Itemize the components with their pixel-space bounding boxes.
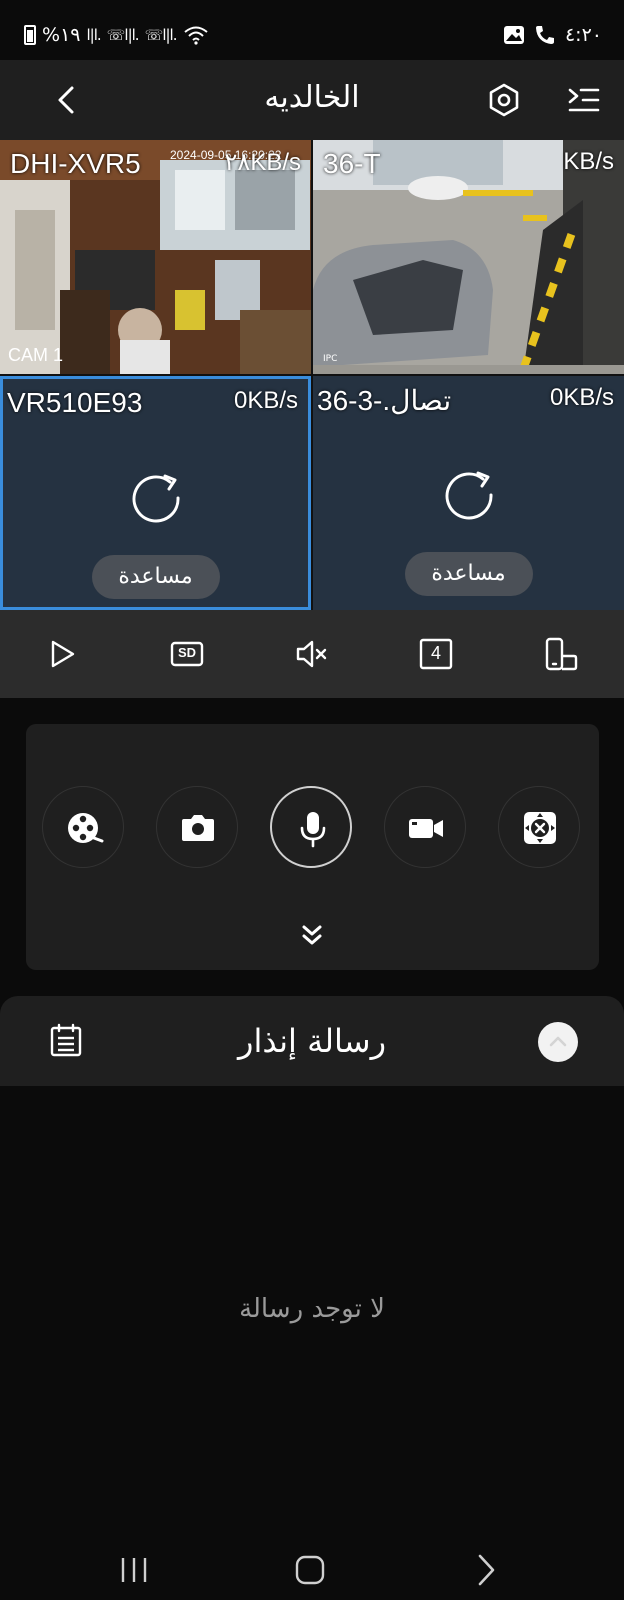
ptz-button[interactable] bbox=[498, 786, 580, 868]
alarm-list: لا توجد رسالة bbox=[0, 1086, 624, 1490]
camera-tile-2[interactable]: 36-T KB/s IPC bbox=[313, 140, 624, 374]
app-header: الخالديه bbox=[0, 60, 624, 140]
camera-name: VR510E93 bbox=[7, 387, 143, 418]
record-button[interactable] bbox=[384, 786, 466, 868]
device-rotate-icon[interactable] bbox=[543, 636, 579, 672]
page-title: الخالديه bbox=[264, 80, 360, 115]
film-reel-icon bbox=[68, 813, 104, 843]
camera-icon bbox=[182, 815, 214, 841]
battery-icon bbox=[24, 25, 36, 45]
empty-state-text: لا توجد رسالة bbox=[239, 1294, 385, 1324]
reload-icon[interactable] bbox=[127, 467, 185, 525]
status-left: %١٩ l|l. ☏l|l. ☏l|l. bbox=[24, 24, 209, 46]
camera-name: 36-3-.تصال bbox=[317, 385, 452, 416]
camera-bitrate: KB/s bbox=[563, 148, 614, 175]
alarm-title: رسالة إنذار bbox=[237, 1022, 387, 1060]
signal-icon: l|l. bbox=[86, 26, 101, 44]
alarm-header: رسالة إنذار bbox=[0, 996, 624, 1086]
battery-percent: %١٩ bbox=[42, 24, 81, 46]
action-panel bbox=[26, 724, 599, 970]
recent-apps-icon[interactable] bbox=[114, 1550, 154, 1590]
chevron-double-down-icon[interactable] bbox=[298, 922, 326, 950]
status-right: ٤:٢٠ bbox=[503, 24, 602, 46]
camera-label: CAM 1 bbox=[8, 345, 64, 365]
back-nav-icon[interactable] bbox=[466, 1550, 506, 1590]
grid-4-label: 4 bbox=[430, 643, 441, 663]
device-list-icon[interactable] bbox=[566, 82, 602, 118]
playback-control-bar: SD 4 bbox=[0, 610, 624, 698]
talk-button[interactable] bbox=[270, 786, 352, 868]
ptz-icon bbox=[524, 812, 556, 844]
sd-quality-label: SD bbox=[177, 645, 197, 660]
clock: ٤:٢٠ bbox=[564, 24, 602, 46]
help-button[interactable]: مساعدة bbox=[91, 555, 220, 599]
microphone-icon bbox=[300, 812, 326, 848]
video-record-icon bbox=[409, 819, 443, 838]
collapse-button[interactable] bbox=[538, 1022, 578, 1062]
reload-icon[interactable] bbox=[440, 464, 498, 522]
camera-tile-1[interactable]: DHI-XVR5 2024-09-05 16:20:22 ٢٨KB/s CAM … bbox=[0, 140, 311, 374]
system-nav-bar bbox=[0, 1540, 624, 1600]
grid-4-icon[interactable]: 4 bbox=[418, 636, 454, 672]
camera-name: DHI-XVR5 bbox=[10, 148, 141, 179]
sd-quality-icon[interactable]: SD bbox=[169, 636, 205, 672]
camera-label: IPC bbox=[323, 354, 338, 364]
play-icon[interactable] bbox=[44, 636, 80, 672]
gallery-icon bbox=[503, 26, 524, 44]
wifi-calling-icon: ☏l|l. bbox=[106, 26, 140, 44]
wifi-calling-2-icon: ☏l|l. bbox=[144, 26, 178, 44]
settings-icon[interactable] bbox=[486, 82, 522, 118]
camera-tile-4[interactable]: 36-3-.تصال 0KB/s مساعدة bbox=[313, 376, 624, 610]
camera-bitrate: 0KB/s bbox=[549, 384, 614, 411]
wifi-icon bbox=[183, 26, 208, 45]
camera-bitrate: ٢٨KB/s bbox=[224, 149, 301, 176]
help-button[interactable]: مساعدة bbox=[404, 552, 533, 596]
camera-tile-3[interactable]: VR510E93 0KB/s مساعدة bbox=[0, 376, 311, 610]
home-icon[interactable] bbox=[290, 1550, 330, 1590]
playback-button[interactable] bbox=[42, 786, 124, 868]
snapshot-button[interactable] bbox=[156, 786, 238, 868]
camera-grid: DHI-XVR5 2024-09-05 16:20:22 ٢٨KB/s CAM … bbox=[0, 140, 624, 610]
status-bar: %١٩ l|l. ☏l|l. ☏l|l. ٤:٢٠ bbox=[0, 0, 624, 60]
camera-name: 36-T bbox=[323, 148, 381, 179]
camera-bitrate: 0KB/s bbox=[233, 387, 298, 414]
mute-icon[interactable] bbox=[294, 636, 330, 672]
call-icon bbox=[535, 26, 554, 44]
chevron-up-icon bbox=[549, 1036, 567, 1047]
